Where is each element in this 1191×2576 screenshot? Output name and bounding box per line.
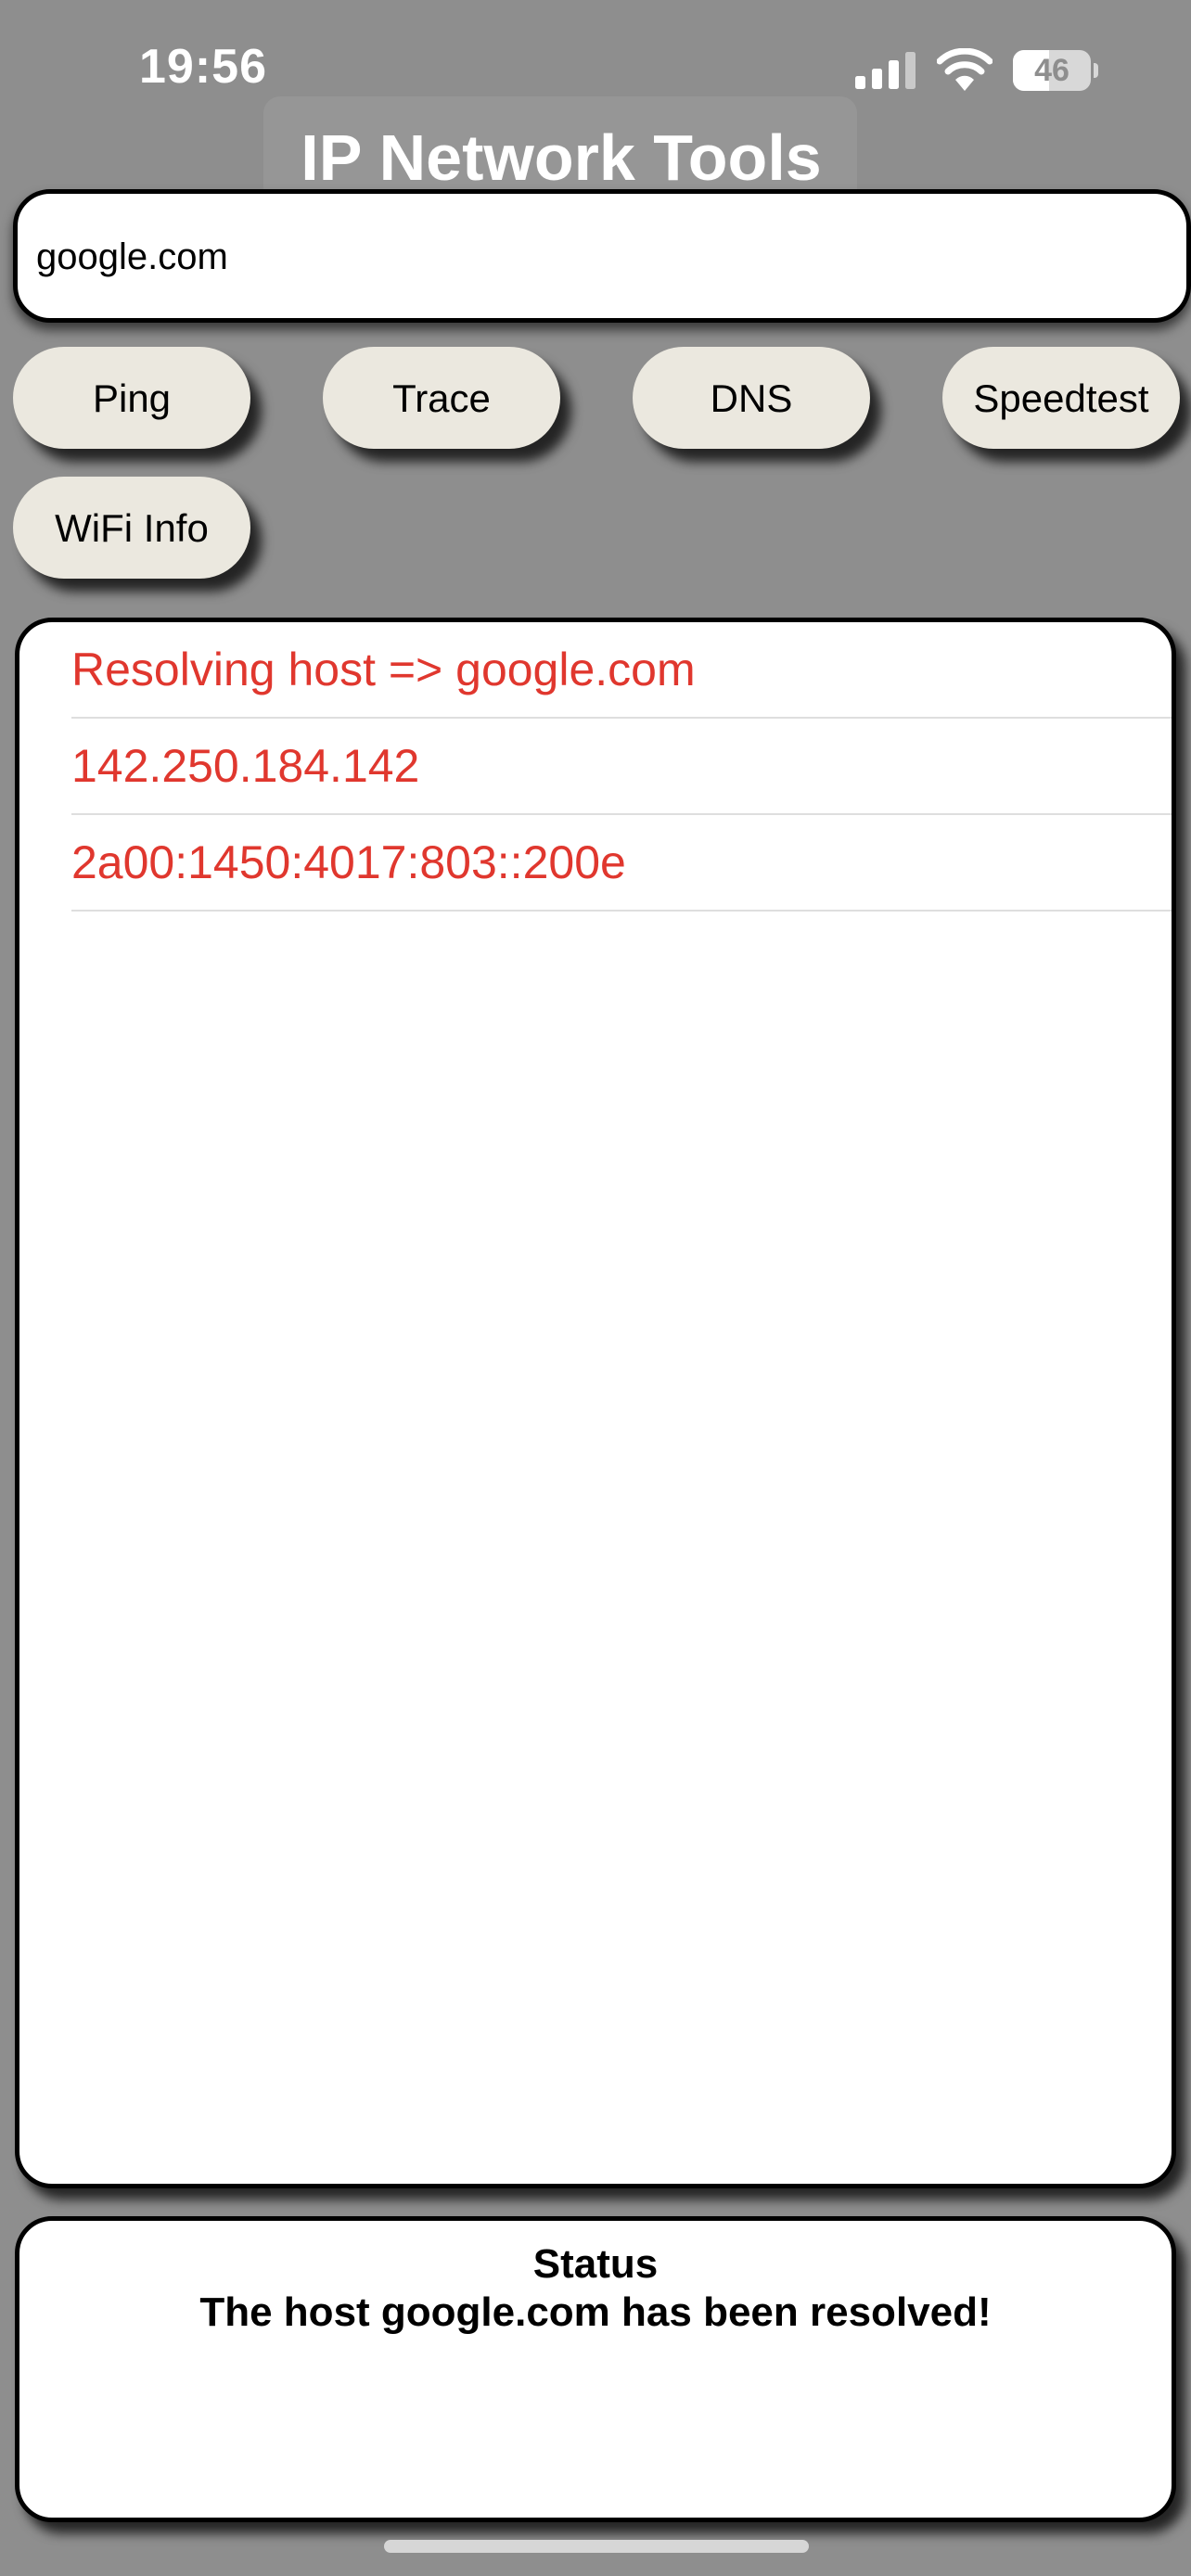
- status-panel: Status The host google.com has been reso…: [15, 2216, 1176, 2522]
- status-message: The host google.com has been resolved!: [199, 2289, 992, 2335]
- dns-button[interactable]: DNS: [633, 347, 870, 449]
- list-item: Resolving host => google.com: [71, 622, 1172, 719]
- ping-button[interactable]: Ping: [13, 347, 250, 449]
- results-list[interactable]: Resolving host => google.com 142.250.184…: [15, 618, 1176, 2188]
- app-title: IP Network Tools: [301, 121, 822, 194]
- result-text: Resolving host => google.com: [71, 644, 696, 695]
- host-input[interactable]: [34, 222, 1133, 292]
- speedtest-button[interactable]: Speedtest: [942, 347, 1180, 449]
- clock: 19:56: [139, 40, 267, 94]
- battery-level: 46: [1034, 53, 1069, 88]
- list-item: 142.250.184.142: [71, 719, 1172, 815]
- result-text: 142.250.184.142: [71, 740, 420, 792]
- host-input-container: [13, 189, 1191, 323]
- trace-button[interactable]: Trace: [323, 347, 560, 449]
- wifi-icon: [937, 48, 992, 91]
- wifi-info-button[interactable]: WiFi Info: [13, 477, 250, 579]
- battery-icon: 46: [1013, 50, 1098, 91]
- home-indicator[interactable]: [384, 2540, 809, 2553]
- result-text: 2a00:1450:4017:803::200e: [71, 836, 626, 888]
- status-heading: Status: [532, 2241, 659, 2287]
- list-item: 2a00:1450:4017:803::200e: [71, 815, 1172, 912]
- signal-icon: [855, 52, 916, 89]
